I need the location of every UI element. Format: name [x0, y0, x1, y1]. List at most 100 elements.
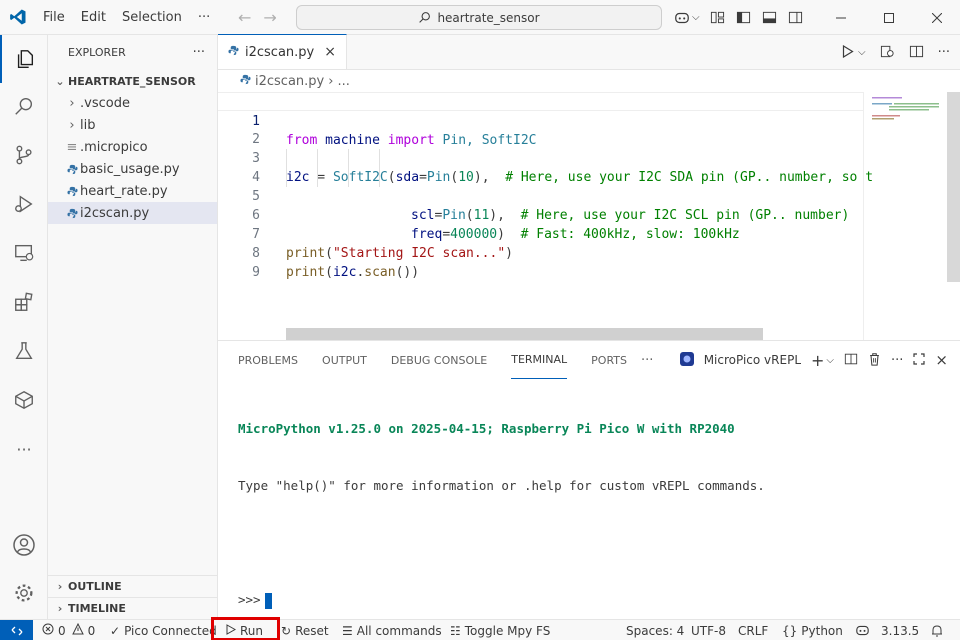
terminal-banner: MicroPython v1.25.0 on 2025-04-15; Raspb…	[238, 421, 735, 436]
activity-bar: ···	[0, 35, 48, 619]
panel-tabs-more[interactable]: ···	[641, 341, 653, 379]
tree-item-label: basic_usage.py	[80, 161, 180, 177]
explorer-title: EXPLORER	[68, 46, 126, 59]
code-text: print(i2c.scan())	[286, 265, 420, 280]
remote-indicator-icon[interactable]	[0, 620, 33, 640]
tab-problems[interactable]: PROBLEMS	[238, 341, 298, 379]
timeline-section[interactable]: › TIMELINE	[48, 597, 218, 619]
back-arrow-icon[interactable]: ←	[238, 8, 251, 27]
tree-item-basic-usage[interactable]: basic_usage.py	[48, 158, 217, 180]
close-panel-icon[interactable]: ×	[935, 351, 948, 369]
all-commands-button[interactable]: ☰ All commands	[342, 620, 442, 640]
source-control-icon[interactable]	[0, 131, 48, 179]
eol-status[interactable]: CRLF	[738, 620, 768, 640]
warning-count: 0	[87, 623, 96, 638]
new-terminal-plus-icon[interactable]: +	[811, 351, 824, 370]
kill-terminal-trash-icon[interactable]	[868, 352, 881, 369]
menu-more[interactable]: ···	[190, 0, 218, 35]
notifications-bell-icon[interactable]	[931, 620, 943, 640]
toggle-primary-sidebar-icon[interactable]	[736, 10, 752, 26]
editor-more-icon[interactable]: ···	[938, 45, 950, 60]
indentation-status[interactable]: Spaces: 4	[626, 620, 684, 640]
terminal-dropdown-chevron-icon[interactable]: ⌵	[826, 355, 834, 366]
remote-explorer-icon[interactable]	[0, 229, 48, 277]
more-views-icon[interactable]: ···	[0, 425, 48, 473]
terminal-output[interactable]: MicroPython v1.25.0 on 2025-04-15; Raspb…	[238, 381, 765, 640]
tab-output[interactable]: OUTPUT	[322, 341, 367, 379]
terminal-name[interactable]: MicroPico vREPL	[704, 353, 801, 367]
run-options-chevron-icon[interactable]: ⌵	[858, 47, 866, 58]
copilot-icon[interactable]	[674, 10, 690, 26]
vertical-scroll-thumb[interactable]	[947, 92, 960, 282]
python-file-icon	[228, 45, 239, 60]
breadcrumb-more[interactable]: ...	[337, 74, 349, 89]
reset-icon: ↻	[281, 623, 292, 638]
customize-layout-icon[interactable]	[710, 10, 726, 26]
panel-more-icon[interactable]: ···	[891, 353, 903, 368]
horizontal-scrollbar[interactable]	[286, 328, 763, 340]
code-editor[interactable]: 1 from machine import Pin, SoftI2C 2 3 i…	[218, 92, 873, 332]
tree-item-heart-rate[interactable]: heart_rate.py	[48, 180, 217, 202]
explorer-icon[interactable]	[0, 35, 48, 83]
copilot-status-icon[interactable]	[855, 620, 870, 640]
code-line: 2	[218, 111, 863, 147]
tree-item-lib[interactable]: › lib	[48, 114, 217, 136]
status-bar: 0 0 ✓ Pico Connected Run ↻ Reset ☰ All c…	[0, 617, 960, 640]
tab-terminal[interactable]: TERMINAL	[511, 341, 568, 379]
menu-edit[interactable]: Edit	[73, 0, 114, 35]
workspace-folder-name: HEARTRATE_SENSOR	[68, 74, 196, 88]
tab-debug-console[interactable]: DEBUG CONSOLE	[391, 341, 487, 379]
editor-tabs: i2cscan.py × ⌵ ···	[218, 34, 960, 70]
tab-i2cscan[interactable]: i2cscan.py ×	[218, 34, 347, 69]
micropico-icon[interactable]	[0, 376, 48, 424]
accounts-icon[interactable]	[0, 521, 48, 569]
maximize-icon[interactable]	[866, 0, 912, 35]
manage-gear-icon[interactable]	[0, 569, 48, 617]
problems-status[interactable]: 0 0	[42, 620, 95, 640]
outline-section[interactable]: › OUTLINE	[48, 575, 218, 597]
tree-item-label: heart_rate.py	[80, 183, 168, 199]
pico-connected-status[interactable]: ✓ Pico Connected	[110, 620, 217, 640]
language-mode-status[interactable]: {} Python	[782, 620, 843, 640]
run-file-play-icon[interactable]	[842, 44, 854, 61]
search-view-icon[interactable]	[0, 82, 48, 130]
toggle-panel-icon[interactable]	[762, 10, 778, 26]
toggle-mpy-fs-button[interactable]: ☷ Toggle Mpy FS	[450, 620, 550, 640]
terminal-prompt: >>>	[238, 592, 261, 607]
testing-flask-icon[interactable]	[0, 327, 48, 375]
minimap[interactable]	[863, 92, 947, 340]
vertical-scrollbar[interactable]	[947, 92, 960, 340]
minimize-icon[interactable]	[818, 0, 864, 35]
copilot-chevron-down-icon[interactable]: ⌵	[692, 12, 700, 23]
explorer-header: EXPLORER ···	[48, 35, 217, 70]
tree-item-micropico[interactable]: ≡ .micropico	[48, 136, 217, 158]
forward-arrow-icon[interactable]: →	[263, 8, 276, 27]
extensions-icon[interactable]	[0, 278, 48, 326]
run-highlight-box	[211, 617, 280, 640]
run-and-debug-icon[interactable]	[0, 180, 48, 228]
reset-button[interactable]: ↻ Reset	[281, 620, 329, 640]
menu-file[interactable]: File	[35, 0, 73, 35]
python-file-icon	[240, 74, 251, 89]
maximize-panel-icon[interactable]	[913, 352, 926, 368]
chevron-right-icon: ›	[328, 73, 334, 89]
tree-item-vscode[interactable]: › .vscode	[48, 92, 217, 114]
close-window-icon[interactable]	[914, 0, 960, 35]
breadcrumb-file[interactable]: i2cscan.py	[255, 74, 324, 89]
menu-bar: File Edit Selection ···	[35, 0, 218, 35]
tree-item-i2cscan[interactable]: i2cscan.py	[48, 202, 217, 224]
code-line: 5 freq=400000) # Fast: 400kHz, slow: 100…	[218, 168, 863, 242]
workspace-folder-header[interactable]: ⌄ HEARTRATE_SENSOR	[48, 70, 217, 92]
encoding-status[interactable]: UTF-8	[691, 620, 726, 640]
open-preview-icon[interactable]	[880, 44, 895, 62]
python-version-status[interactable]: 3.13.5	[881, 620, 919, 640]
split-editor-icon[interactable]	[909, 44, 924, 62]
close-tab-icon[interactable]: ×	[324, 44, 336, 60]
menu-selection[interactable]: Selection	[114, 0, 190, 35]
explorer-more-icon[interactable]: ···	[193, 45, 205, 60]
pico-connected-label: Pico Connected	[124, 623, 217, 638]
split-terminal-icon[interactable]	[844, 352, 858, 369]
command-center-search[interactable]: heartrate_sensor	[296, 5, 662, 30]
toggle-secondary-sidebar-icon[interactable]	[788, 10, 804, 26]
tab-ports[interactable]: PORTS	[591, 341, 627, 379]
